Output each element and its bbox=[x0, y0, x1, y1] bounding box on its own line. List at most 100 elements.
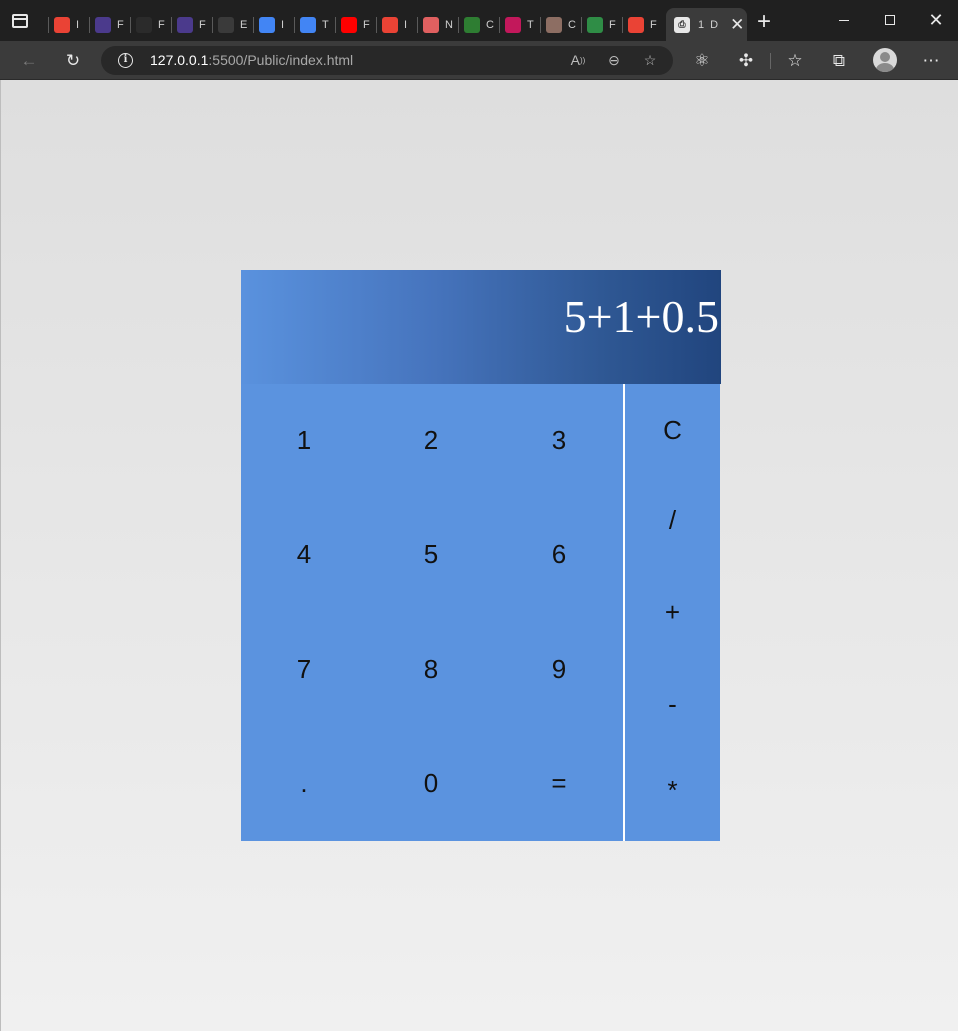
key-8[interactable]: 8 bbox=[386, 639, 476, 699]
toolbar-divider bbox=[770, 53, 771, 69]
back-arrow-icon: ← bbox=[20, 51, 38, 70]
add-favorite-icon[interactable]: ☆ bbox=[641, 51, 659, 69]
browser-tab[interactable]: I bbox=[48, 14, 89, 36]
tab-title: F bbox=[609, 19, 616, 31]
key-9[interactable]: 9 bbox=[514, 639, 604, 699]
tab-title: T bbox=[527, 19, 534, 31]
key-0[interactable]: 0 bbox=[386, 753, 476, 813]
refresh-icon: ↻ bbox=[65, 51, 81, 70]
key-decimal[interactable]: . bbox=[259, 753, 349, 813]
browser-tab[interactable]: I bbox=[253, 14, 294, 36]
browser-tab[interactable]: T bbox=[294, 14, 335, 36]
media-icon bbox=[505, 17, 521, 33]
address-bar[interactable]: i 127.0.0.1:5500/Public/index.html A)) ⊖… bbox=[101, 46, 673, 75]
key-5[interactable]: 5 bbox=[386, 524, 476, 584]
key-1[interactable]: 1 bbox=[259, 410, 349, 470]
tab-title: N bbox=[445, 19, 453, 31]
keypad: 1 2 3 4 5 6 7 8 9. 0 = bbox=[241, 384, 623, 841]
tab-title: F bbox=[117, 19, 124, 31]
browser-tab[interactable]: C bbox=[540, 14, 581, 36]
collections-icon[interactable]: ⧉ bbox=[828, 50, 850, 72]
browser-toolbar: ← ↻ i 127.0.0.1:5500/Public/index.html A… bbox=[0, 41, 958, 80]
refresh-button[interactable]: ↻ bbox=[62, 50, 84, 72]
gmail-icon bbox=[54, 17, 70, 33]
record-icon bbox=[423, 17, 439, 33]
maximize-icon bbox=[885, 15, 895, 25]
tab-strip: I F F F E I T F I N C T C F F ⎙ 1 D ✕ + ✕ bbox=[0, 0, 958, 41]
url-text[interactable]: 127.0.0.1:5500/Public/index.html bbox=[150, 52, 353, 68]
close-tab-icon[interactable]: ✕ bbox=[730, 15, 744, 35]
key-divide[interactable]: / bbox=[625, 495, 720, 545]
browser-tab[interactable]: F bbox=[130, 14, 171, 36]
key-3[interactable]: 3 bbox=[514, 410, 604, 470]
key-clear[interactable]: C bbox=[625, 405, 720, 455]
tab-title: I bbox=[404, 19, 408, 31]
google-icon bbox=[259, 17, 275, 33]
zoom-out-icon[interactable]: ⊖ bbox=[605, 51, 623, 69]
key-add[interactable]: + bbox=[625, 587, 720, 637]
tab-title: F bbox=[199, 19, 206, 31]
back-button[interactable]: ← bbox=[18, 50, 40, 72]
tab-title: F bbox=[158, 19, 165, 31]
react-devtools-icon[interactable]: ⚛ bbox=[691, 50, 713, 72]
url-path: :5500/Public/index.html bbox=[208, 52, 354, 68]
browser-tab[interactable]: C bbox=[458, 14, 499, 36]
browser-tab[interactable]: I bbox=[376, 14, 417, 36]
display-value: 5+1+0.5 bbox=[563, 291, 719, 342]
key-7[interactable]: 7 bbox=[259, 639, 349, 699]
profile-avatar[interactable] bbox=[873, 48, 897, 72]
minimize-icon bbox=[839, 19, 849, 21]
tab-title: I bbox=[76, 19, 80, 31]
extensions-icon[interactable]: ✣ bbox=[735, 50, 757, 72]
read-aloud-icon[interactable]: A)) bbox=[569, 51, 587, 69]
key-2[interactable]: 2 bbox=[386, 410, 476, 470]
operator-column: C / + - * bbox=[625, 384, 720, 841]
key-equals[interactable]: = bbox=[514, 753, 604, 813]
tab-title: C bbox=[568, 19, 576, 31]
browser-tab[interactable]: E bbox=[212, 14, 253, 36]
calculator: 5+1+0.5 1 2 3 4 5 6 7 8 9. 0 = C / + - * bbox=[241, 270, 721, 841]
browser-tab[interactable]: T bbox=[499, 14, 540, 36]
key-4[interactable]: 4 bbox=[259, 524, 349, 584]
info-icon[interactable]: i bbox=[118, 53, 133, 68]
youtube-icon bbox=[341, 17, 357, 33]
cc-icon bbox=[546, 17, 562, 33]
list-icon bbox=[177, 17, 193, 33]
key-multiply[interactable]: * bbox=[625, 765, 720, 815]
key-6[interactable]: 6 bbox=[514, 524, 604, 584]
tab-title: F bbox=[363, 19, 370, 31]
tab-title: I bbox=[281, 19, 285, 31]
gmail-icon bbox=[382, 17, 398, 33]
browser-tab[interactable]: N bbox=[417, 14, 458, 36]
tab-title: T bbox=[322, 19, 329, 31]
calculator-display: 5+1+0.5 bbox=[241, 270, 721, 384]
browser-tab[interactable]: F bbox=[171, 14, 212, 36]
tab-title: 1 bbox=[698, 18, 705, 31]
github-icon bbox=[136, 17, 152, 33]
tab-title: F bbox=[650, 19, 657, 31]
favorites-icon[interactable]: ☆ bbox=[784, 50, 806, 72]
camera-icon bbox=[464, 17, 480, 33]
tab-title: E bbox=[240, 19, 248, 31]
key-subtract[interactable]: - bbox=[625, 679, 720, 729]
browser-tab[interactable]: F bbox=[89, 14, 130, 36]
close-window-button[interactable]: ✕ bbox=[924, 8, 948, 32]
browser-tab[interactable]: F bbox=[581, 14, 622, 36]
browser-tab[interactable]: F bbox=[622, 14, 663, 36]
browser-tab[interactable]: F bbox=[335, 14, 376, 36]
maximize-button[interactable] bbox=[878, 8, 902, 32]
tab-actions-icon[interactable] bbox=[12, 14, 28, 28]
minimize-button[interactable] bbox=[832, 8, 856, 32]
url-host: 127.0.0.1 bbox=[150, 52, 209, 68]
page-viewport: 5+1+0.5 1 2 3 4 5 6 7 8 9. 0 = C / + - * bbox=[0, 80, 958, 1031]
tab-title: C bbox=[486, 19, 494, 31]
new-tab-button[interactable]: + bbox=[754, 10, 774, 34]
tab-active[interactable]: ⎙ 1 D ✕ bbox=[666, 8, 747, 41]
tab-title-suffix: D bbox=[710, 18, 719, 31]
more-menu-icon[interactable]: ⋯ bbox=[920, 50, 942, 72]
gfg-icon bbox=[587, 17, 603, 33]
close-icon: ✕ bbox=[928, 9, 944, 30]
docs-icon bbox=[300, 17, 316, 33]
list-icon bbox=[95, 17, 111, 33]
gmail-icon bbox=[628, 17, 644, 33]
